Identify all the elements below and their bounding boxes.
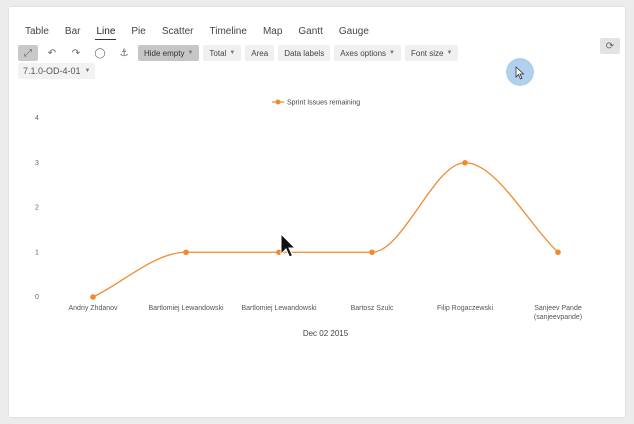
data-point <box>369 249 375 256</box>
x-tick-label: (sanjeevpande) <box>534 314 582 321</box>
pointer-cursor-icon <box>515 66 525 80</box>
legend-label: Sprint Issues remaining <box>287 100 360 107</box>
y-tick-label: 3 <box>35 160 39 167</box>
x-tick-label: Bartlomiej Lewandowski <box>241 305 317 312</box>
series-line <box>92 162 559 298</box>
y-tick-label: 0 <box>35 294 39 301</box>
x-tick-label: Filip Rogaczewski <box>437 305 493 312</box>
legend-marker <box>275 99 281 105</box>
x-tick-label: Sanjeev Pande <box>534 305 582 312</box>
data-point <box>462 159 468 166</box>
y-tick-label: 4 <box>35 115 39 122</box>
x-tick-label: Bartlomiej Lewandowski <box>148 305 224 312</box>
x-axis-title: Dec 02 2015 <box>303 329 349 338</box>
y-tick-label: 1 <box>35 249 39 256</box>
x-tick-label: Andriy Zhdanov <box>68 305 118 312</box>
line-chart: 0 1 2 3 4 Andriy Zhdanov Bartlomiej Lewandowsk… <box>35 99 582 338</box>
data-point <box>183 249 189 256</box>
x-tick-label: Bartosz Szulc <box>351 305 394 312</box>
data-point <box>90 294 96 300</box>
mouse-cursor-icon <box>280 233 296 258</box>
data-point <box>555 249 561 256</box>
y-tick-label: 2 <box>35 205 39 212</box>
